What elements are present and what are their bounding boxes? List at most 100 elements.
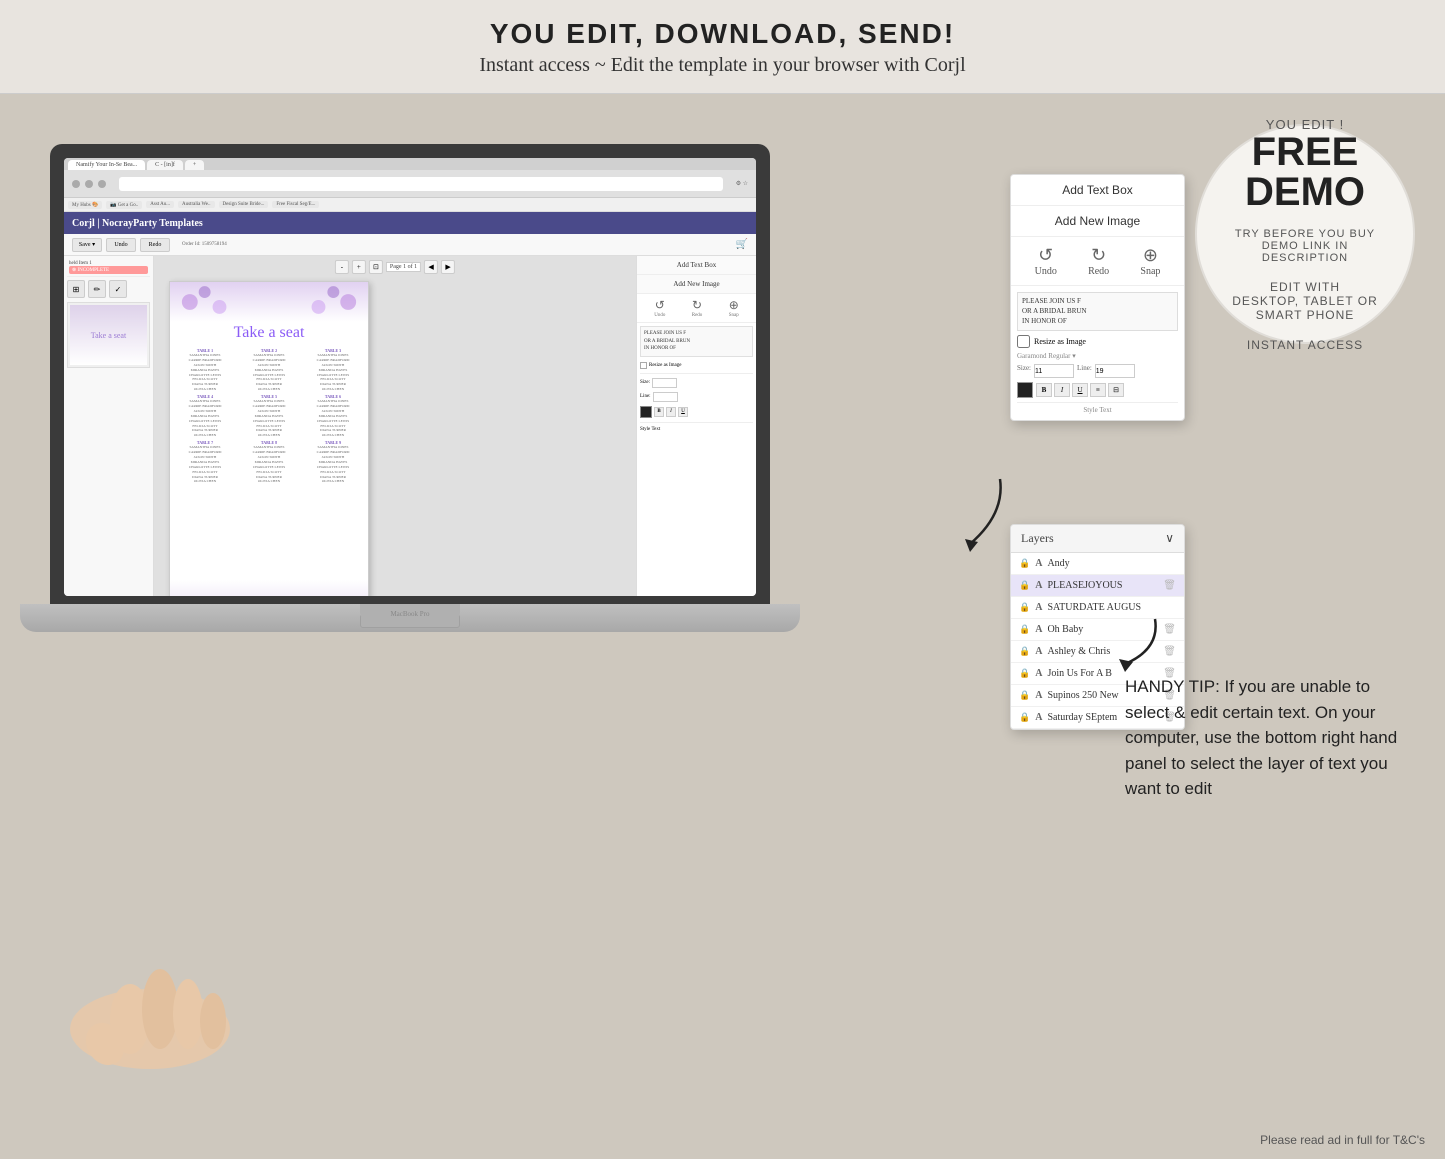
toolbar-undo[interactable]: Undo bbox=[106, 238, 136, 252]
panel-style-label: Style Text bbox=[1017, 402, 1178, 414]
bookmark-2[interactable]: 📷 Get a Go.. bbox=[106, 201, 142, 209]
prev-page[interactable]: ◀ bbox=[424, 260, 438, 274]
panel-toolbar: ↺ Undo ↻ Redo ⊕ Snap bbox=[1011, 237, 1184, 286]
url-bar[interactable] bbox=[119, 177, 723, 191]
back-btn[interactable] bbox=[72, 180, 80, 188]
browser-tab-2[interactable]: C - [in]f bbox=[147, 160, 183, 170]
panel-resize-row: Resize as Image bbox=[1017, 335, 1178, 348]
lock-icon-2: 🔒 bbox=[1019, 580, 1030, 591]
hands-svg bbox=[30, 899, 330, 1079]
nav-btn-2[interactable]: ✏ bbox=[88, 280, 106, 298]
panel-italic-btn[interactable]: I bbox=[1054, 383, 1070, 397]
panel-add-text-btn[interactable]: Add Text Box bbox=[1011, 175, 1184, 206]
ep-snap[interactable]: ⊕ Snap bbox=[729, 298, 739, 318]
panel-content: PLEASE JOIN US FOR A BRIDAL BRUNIN HONOR… bbox=[1011, 286, 1184, 420]
panel-snap-btn[interactable]: ⊕ Snap bbox=[1140, 245, 1160, 277]
table-1-entries: SAMANTHA JONESCARRIE BRADFORDJASON SMITH… bbox=[174, 353, 236, 392]
browser-tabs: Namify Your In-Se Bea... C - [in]f + bbox=[64, 158, 756, 170]
ep-color-row: B I U bbox=[637, 404, 756, 420]
nav-icons: ⊞ ✏ ✓ bbox=[67, 280, 150, 298]
table-4-entries: SAMANTHA JONESCARRIE BRADFORDJASON SMITH… bbox=[174, 399, 236, 438]
fit-page[interactable]: ⊡ bbox=[369, 260, 383, 274]
demo-devices: DESKTOP, TABLET OR bbox=[1232, 294, 1378, 308]
handy-tip-text: HANDY TIP: If you are unable to select &… bbox=[1125, 674, 1415, 802]
delete-icon-2[interactable]: 🗑 bbox=[1163, 580, 1176, 591]
zoom-in[interactable]: + bbox=[352, 260, 366, 274]
layer-pleasejoyous[interactable]: 🔒 A PLEASEJOYOUS 🗑 bbox=[1011, 575, 1184, 597]
toolbar-redo[interactable]: Redo bbox=[140, 238, 170, 252]
browser-tab-new[interactable]: + bbox=[185, 160, 204, 170]
style-text-label: Style Text bbox=[640, 427, 660, 432]
redo-icon: ↻ bbox=[692, 298, 703, 313]
browser-bar: ⚙ ☆ bbox=[64, 170, 756, 198]
panel-font-label: Garamond Regular ▾ bbox=[1017, 352, 1178, 360]
delete-icon-5[interactable]: 🗑 bbox=[1163, 646, 1176, 657]
demo-instant-access: INSTANT ACCESS bbox=[1247, 338, 1363, 352]
bookmark-bar: My Hubs 🎨 📷 Get a Go.. Asst Au... Austra… bbox=[64, 198, 756, 212]
doc-tables: TABLE 1 SAMANTHA JONESCARRIE BRADFORDJAS… bbox=[170, 344, 368, 488]
bold-btn[interactable]: B bbox=[654, 407, 664, 417]
ep-size-row: Size: bbox=[637, 376, 756, 390]
ep-undo[interactable]: ↺ Undo bbox=[654, 298, 665, 318]
forward-btn[interactable] bbox=[85, 180, 93, 188]
layer-andy[interactable]: 🔒 A Andy bbox=[1011, 553, 1184, 575]
delete-icon-4[interactable]: 🗑 bbox=[1163, 624, 1176, 635]
panel-align-btn[interactable]: ≡ bbox=[1090, 383, 1106, 397]
top-banner: YOU EDIT, DOWNLOAD, SEND! Instant access… bbox=[0, 0, 1445, 94]
demo-edit-with: EDIT WITH bbox=[1270, 280, 1340, 294]
next-page[interactable]: ▶ bbox=[441, 260, 455, 274]
panel-redo-btn[interactable]: ↻ Redo bbox=[1088, 245, 1109, 277]
panel-list-btn[interactable]: ⊟ bbox=[1108, 383, 1124, 397]
bookmark-6[interactable]: Free Fiscal Seg/E... bbox=[272, 201, 319, 208]
free-demo-circle: YOU EDIT ! FREE DEMO TRY BEFORE YOU BUY … bbox=[1195, 124, 1415, 344]
panel-resize-checkbox[interactable] bbox=[1017, 335, 1030, 348]
handy-tip-content: HANDY TIP: If you are unable to select &… bbox=[1125, 677, 1397, 798]
italic-btn[interactable]: I bbox=[666, 407, 676, 417]
bookmark-1[interactable]: My Hubs 🎨 bbox=[68, 201, 102, 209]
ep-line-input[interactable] bbox=[653, 392, 678, 402]
toolbar-save[interactable]: Save ▾ bbox=[72, 238, 102, 252]
panel-bold-btn[interactable]: B bbox=[1036, 383, 1052, 397]
panel-underline-btn[interactable]: U bbox=[1072, 383, 1088, 397]
ep-redo[interactable]: ↻ Redo bbox=[692, 298, 703, 318]
panel-add-image-btn[interactable]: Add New Image bbox=[1011, 206, 1184, 237]
undo-icon: ↺ bbox=[654, 298, 665, 313]
table-3-entries: SAMANTHA JONESCARRIE BRADFORDJASON SMITH… bbox=[302, 353, 364, 392]
panel-undo-icon: ↺ bbox=[1038, 245, 1053, 266]
lock-icon-1: 🔒 bbox=[1019, 558, 1030, 569]
laptop-frame: Namify Your In-Se Bea... C - [in]f + ⚙ ☆… bbox=[20, 144, 800, 654]
laptop-lid: Namify Your In-Se Bea... C - [in]f + ⚙ ☆… bbox=[50, 144, 770, 604]
panel-undo-btn[interactable]: ↺ Undo bbox=[1035, 245, 1057, 277]
ep-add-image-btn[interactable]: Add New Image bbox=[637, 275, 756, 294]
nav-btn-1[interactable]: ⊞ bbox=[67, 280, 85, 298]
table-6-entries: SAMANTHA JONESCARRIE BRADFORDJASON SMITH… bbox=[302, 399, 364, 438]
bookmark-3[interactable]: Asst Au... bbox=[146, 201, 174, 208]
bookmark-4[interactable]: Australia We.. bbox=[178, 201, 215, 208]
color-picker[interactable] bbox=[640, 406, 652, 418]
laptop-screen: Namify Your In-Se Bea... C - [in]f + ⚙ ☆… bbox=[64, 158, 756, 596]
table-col-7: TABLE 7 SAMANTHA JONESCARRIE BRADFORDJAS… bbox=[174, 440, 236, 484]
layer-type-5: A bbox=[1035, 646, 1042, 657]
lock-icon-4: 🔒 bbox=[1019, 624, 1030, 635]
demo-demo: DEMO bbox=[1245, 172, 1365, 212]
layers-title: Layers bbox=[1021, 531, 1054, 546]
table-col-4: TABLE 4 SAMANTHA JONESCARRIE BRADFORDJAS… bbox=[174, 394, 236, 438]
toolbar-cart[interactable]: 🛒 bbox=[736, 239, 748, 250]
panel-size-input[interactable] bbox=[1034, 364, 1074, 378]
table-8-entries: SAMANTHA JONESCARRIE BRADFORDJASON SMITH… bbox=[238, 445, 300, 484]
layer-type-6: A bbox=[1035, 668, 1042, 679]
layers-chevron[interactable]: ∨ bbox=[1165, 531, 1174, 546]
underline-btn[interactable]: U bbox=[678, 407, 688, 417]
ep-size-input[interactable] bbox=[652, 378, 677, 388]
ep-add-text-btn[interactable]: Add Text Box bbox=[637, 256, 756, 275]
resize-checkbox[interactable] bbox=[640, 362, 647, 369]
bookmark-5[interactable]: Design Suite Bride... bbox=[219, 201, 269, 208]
refresh-btn[interactable] bbox=[98, 180, 106, 188]
redo-label: Redo bbox=[692, 313, 703, 318]
zoom-out[interactable]: - bbox=[335, 260, 349, 274]
nav-btn-3[interactable]: ✓ bbox=[109, 280, 127, 298]
panel-line-input[interactable] bbox=[1095, 364, 1135, 378]
panel-color-swatch[interactable] bbox=[1017, 382, 1033, 398]
browser-tab-1[interactable]: Namify Your In-Se Bea... bbox=[68, 160, 145, 170]
layer-type-7: A bbox=[1035, 690, 1042, 701]
